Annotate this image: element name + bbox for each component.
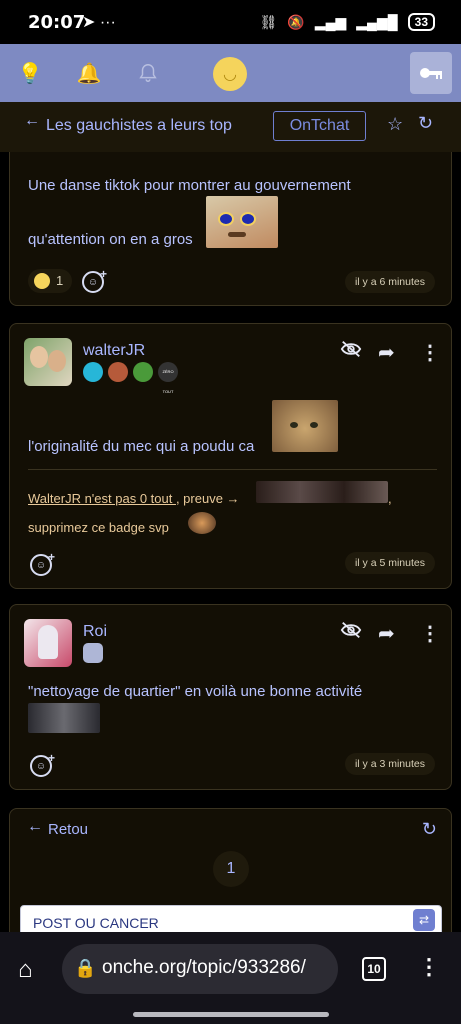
more-options-icon[interactable]: ⋮ (420, 621, 440, 646)
avatar[interactable] (24, 338, 72, 386)
badge[interactable] (108, 362, 128, 382)
browser-menu-icon[interactable]: ⋮ (418, 954, 440, 980)
bell-outline-icon[interactable] (133, 58, 163, 88)
back-arrow-icon[interactable]: ← (24, 112, 40, 130)
send-icon[interactable]: ⇄ (413, 909, 435, 931)
status-bar: 20:07 ➤ ··· ⛓ 🔕 ▂▄▆ ▂▄▆█ 33 (0, 0, 461, 44)
topic-title[interactable]: Les gauchistes a leurs top (46, 117, 232, 135)
topic-header: ← Les gauchistes a leurs top OnTchat ☆ ↻ (0, 102, 461, 152)
post-card: walterJR ZÉRO TOUT ➦ ⋮ l'originalité du … (9, 323, 452, 589)
site-top-nav: 💡 🔔 ◡ (0, 44, 461, 102)
badge[interactable] (83, 643, 103, 663)
quote-divider (28, 469, 437, 470)
add-reaction-icon[interactable]: ☺ + (82, 267, 107, 293)
post-text: supprimez ce badge svp (28, 520, 169, 535)
back-arrow-icon[interactable]: ← (27, 818, 43, 836)
post-text: "nettoyage de quartier" en voilà une bon… (28, 683, 363, 700)
mute-icon: 🔕 (287, 13, 305, 30)
signal-4g-icon: ▂▄▆█ (356, 13, 398, 30)
zero-tout-badge[interactable]: ZÉRO TOUT (158, 362, 178, 394)
emoji-image[interactable] (188, 512, 216, 534)
battery-icon: 33 (407, 13, 435, 31)
sticker-image[interactable] (272, 400, 338, 452)
user-avatar-button[interactable]: ◡ (213, 57, 247, 91)
address-bar[interactable]: 🔒 onche.org/topic/933286/ (62, 944, 338, 994)
lightbulb-icon[interactable]: 💡 (15, 58, 45, 88)
bell-icon[interactable]: 🔔 (74, 58, 104, 88)
avatar[interactable] (24, 619, 72, 667)
badge[interactable] (133, 362, 153, 382)
bell-alert-icon (139, 64, 157, 82)
smiley-icon (34, 273, 50, 289)
inline-image[interactable] (256, 481, 388, 503)
ontchat-button[interactable]: OnTchat (273, 111, 366, 141)
inline-image[interactable] (28, 703, 100, 733)
quote-line: WalterJR n'est pas 0 tout , preuve → (28, 491, 240, 506)
post-time: il y a 3 minutes (344, 753, 435, 775)
url-text[interactable]: onche.org/topic/933286/ (102, 957, 334, 979)
post-card: Roi ➦ ⋮ "nettoyage de quartier" en voilà… (9, 604, 452, 790)
reaction-pill[interactable]: 1 (28, 269, 72, 293)
add-reaction-icon[interactable]: ☺ + (30, 550, 55, 576)
key-button[interactable] (410, 52, 452, 94)
refresh-icon[interactable]: ↻ (418, 113, 433, 134)
share-icon[interactable]: ➦ (378, 621, 395, 646)
lock-icon: 🔒 (74, 958, 97, 978)
post-time: il y a 5 minutes (344, 552, 435, 574)
eye-off-icon[interactable] (340, 340, 362, 364)
share-icon[interactable]: ➦ (378, 340, 395, 365)
post-card: Une danse tiktok pour montrer au gouvern… (9, 152, 452, 306)
status-right-icons: ⛓ 🔕 ▂▄▆ ▂▄▆█ 33 (260, 13, 435, 31)
page-number[interactable]: 1 (213, 851, 249, 887)
post-text: l'originalité du mec qui a poudu ca (28, 438, 255, 455)
topic-content[interactable]: Une danse tiktok pour montrer au gouvern… (0, 152, 461, 932)
username[interactable]: walterJR (83, 342, 145, 360)
pagination-card: ← Retou ↻ 1 POST OU CANCER ⇄ (9, 808, 452, 932)
tab-switcher[interactable]: 10 (362, 957, 386, 981)
gesture-bar (133, 1012, 329, 1017)
username[interactable]: Roi (83, 623, 107, 641)
quote-link[interactable]: WalterJR n'est pas 0 tout (28, 491, 176, 506)
browser-toolbar: ⌂ 🔒 onche.org/topic/933286/ 10 ⋮ (0, 932, 461, 1024)
add-reaction-icon[interactable]: ☺ + (30, 751, 55, 777)
more-options-icon[interactable]: ⋮ (420, 340, 440, 365)
refresh-icon[interactable]: ↻ (422, 819, 437, 840)
signal-icon: ▂▄▆ (314, 13, 347, 30)
key-icon (420, 68, 442, 79)
link-icon: ⛓ (259, 13, 278, 30)
back-link[interactable]: Retou (48, 821, 88, 838)
post-text: Une danse tiktok pour montrer au gouvern… (28, 177, 351, 194)
status-time: 20:07 (28, 12, 86, 33)
star-icon[interactable]: ☆ (387, 114, 403, 135)
status-left-icons: ➤ ··· (82, 14, 116, 31)
home-icon[interactable]: ⌂ (18, 956, 33, 984)
eye-off-icon[interactable] (340, 621, 362, 645)
post-input[interactable]: POST OU CANCER (20, 905, 442, 932)
sticker-image[interactable] (206, 196, 278, 248)
post-time: il y a 6 minutes (344, 271, 435, 293)
reaction-count: 1 (56, 273, 64, 288)
post-text: qu'attention on en a gros (28, 231, 193, 248)
badge[interactable] (83, 362, 103, 382)
